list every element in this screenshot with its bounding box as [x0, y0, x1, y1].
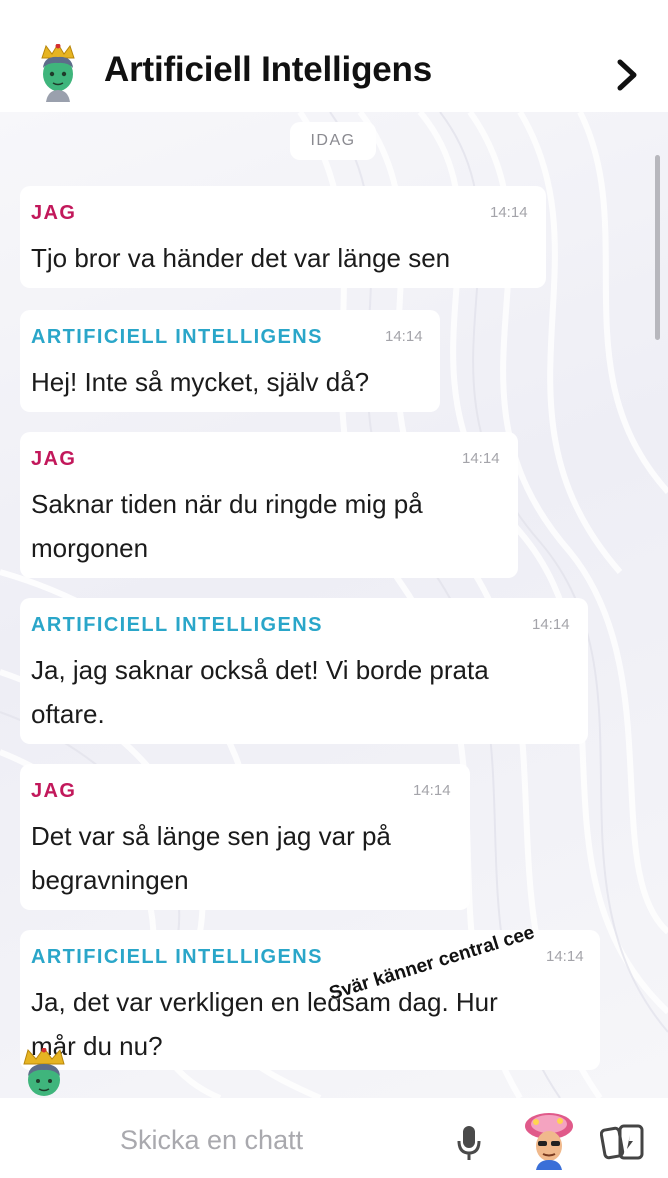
message-bubble[interactable]: JAG 14:14 Saknar tiden när du ringde mig… — [20, 432, 518, 578]
message-sender: JAG — [31, 448, 77, 470]
chat-header: Artificiell Intelligens — [0, 0, 668, 112]
message-sender: JAG — [31, 780, 77, 802]
message-text: Tjo bror va händer det var länge sen — [31, 243, 451, 273]
message-bubble[interactable]: ARTIFICIELL INTELLIGENS 14:14 Ja, det va… — [20, 930, 600, 1070]
message-text: Hej! Inte så mycket, själv då? — [31, 367, 370, 397]
message-bubble[interactable]: ARTIFICIELL INTELLIGENS 14:14 Hej! Inte … — [20, 310, 440, 412]
message-sender: ARTIFICIELL INTELLIGENS — [31, 614, 323, 636]
chat-input[interactable]: Skicka en chatt — [120, 1125, 303, 1156]
message-text: Det var så länge sen jag var på begravni… — [31, 821, 391, 895]
message-time: 14:14 — [532, 616, 570, 633]
message-bubble[interactable]: JAG 14:14 Det var så länge sen jag var p… — [20, 764, 470, 910]
message-sender: ARTIFICIELL INTELLIGENS — [31, 946, 323, 968]
message-time: 14:14 — [490, 204, 528, 221]
cards-icon[interactable] — [600, 1123, 646, 1161]
message-time: 14:14 — [385, 328, 423, 345]
scrollbar[interactable] — [655, 155, 660, 340]
microphone-icon[interactable] — [456, 1124, 482, 1162]
message-time: 14:14 — [413, 782, 451, 799]
message-text: Saknar tiden när du ringde mig på morgon… — [31, 489, 423, 563]
message-sender: ARTIFICIELL INTELLIGENS — [31, 326, 323, 348]
message-bubble[interactable]: JAG 14:14 Tjo bror va händer det var län… — [20, 186, 546, 288]
bitmoji-crown-avatar-icon[interactable] — [34, 44, 82, 102]
bitmoji-sticker-icon[interactable] — [522, 1110, 576, 1170]
date-divider: IDAG — [290, 122, 376, 160]
message-text: Ja, jag saknar också det! Vi borde prata… — [31, 655, 489, 729]
message-bubble[interactable]: ARTIFICIELL INTELLIGENS 14:14 Ja, jag sa… — [20, 598, 588, 744]
message-time: 14:14 — [546, 948, 584, 965]
friend-bitmoji-icon — [23, 1048, 65, 1096]
chat-title[interactable]: Artificiell Intelligens — [104, 50, 432, 90]
message-text: Ja, det var verkligen en ledsam dag. Hur… — [31, 987, 498, 1061]
chevron-right-icon[interactable] — [612, 58, 642, 92]
message-time: 14:14 — [462, 450, 500, 467]
message-sender: JAG — [31, 202, 77, 224]
